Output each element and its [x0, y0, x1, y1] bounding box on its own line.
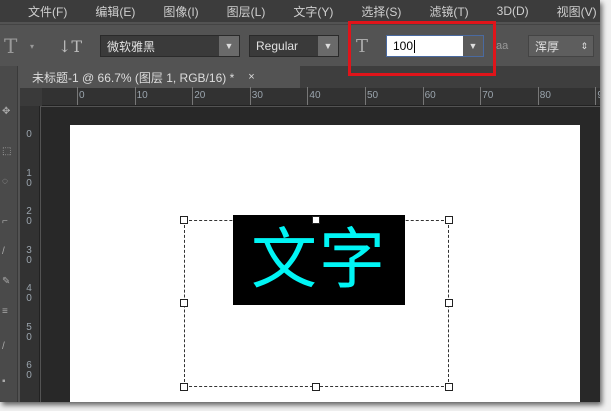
- ruler-label: 60: [424, 90, 436, 101]
- ruler-label: 30: [251, 90, 263, 101]
- ruler-tick: [595, 87, 597, 105]
- ruler-label: 80: [539, 90, 551, 101]
- ruler-tick: [77, 87, 78, 105]
- move-tool-icon[interactable]: ✥: [2, 106, 14, 120]
- transform-handle[interactable]: [180, 383, 188, 391]
- tools-panel: ✥ ⬚ ◌ ⌐ / ✎ ≡ / ▪: [0, 66, 18, 402]
- ruler-origin[interactable]: [20, 88, 42, 106]
- ruler-label: 20: [194, 90, 206, 101]
- antialias-icon: aa: [496, 40, 509, 52]
- font-style-select[interactable]: Regular ▼: [249, 35, 339, 57]
- ruler-tick: [537, 87, 539, 105]
- ruler-label: 50: [367, 90, 379, 101]
- text-layer[interactable]: 文字: [233, 215, 405, 305]
- marquee-tool-icon[interactable]: ⬚: [2, 146, 14, 160]
- font-family-select[interactable]: 微软雅黑 ▼: [100, 35, 240, 57]
- transform-handle[interactable]: [445, 383, 453, 391]
- menu-edit[interactable]: 编辑(E): [67, 3, 135, 20]
- stamp-tool-icon[interactable]: ≡: [2, 306, 14, 320]
- chevron-down-icon[interactable]: ▼: [318, 36, 338, 56]
- font-style-value: Regular: [256, 39, 299, 53]
- document-tab[interactable]: 未标题-1 @ 66.7% (图层 1, RGB/16) * ×: [20, 66, 300, 88]
- ruler-label: 40: [26, 283, 32, 304]
- ruler-tick: [307, 87, 309, 105]
- ruler-tick: [134, 87, 136, 105]
- menu-select[interactable]: 选择(S): [333, 3, 401, 20]
- ruler-tick: [365, 87, 366, 105]
- ruler-label: 60: [26, 360, 32, 381]
- font-family-value: 微软雅黑: [107, 39, 156, 54]
- ruler-tick: [422, 87, 424, 105]
- document-tabs: 未标题-1 @ 66.7% (图层 1, RGB/16) * ×: [20, 66, 600, 88]
- toggle-orientation-icon[interactable]: ↓T: [58, 35, 82, 57]
- menu-layer[interactable]: 图层(L): [199, 3, 266, 20]
- menu-file[interactable]: 文件(F): [0, 3, 67, 20]
- ruler-label: 10: [136, 90, 148, 101]
- lasso-tool-icon[interactable]: ◌: [2, 176, 14, 190]
- antialias-value: 浑厚: [535, 39, 560, 54]
- ruler-label: 0: [79, 90, 85, 101]
- horizontal-ruler[interactable]: 0102030405060708090100: [42, 87, 600, 106]
- menu-image[interactable]: 图像(I): [135, 3, 198, 20]
- tool-preset-chevron-icon[interactable]: ▾: [30, 35, 34, 57]
- updown-icon: ⇕: [580, 40, 588, 51]
- ruler-label: 90: [597, 90, 600, 101]
- type-tool-icon[interactable]: T: [4, 34, 17, 58]
- menu-filter[interactable]: 滤镜(T): [401, 3, 468, 20]
- crop-tool-icon[interactable]: ⌐: [2, 216, 14, 230]
- tab-title: 未标题-1 @ 66.7% (图层 1, RGB/16) *: [32, 70, 235, 85]
- eyedropper-tool-icon[interactable]: /: [2, 246, 14, 260]
- ruler-label: 20: [26, 206, 32, 227]
- ruler-tick: [192, 87, 194, 105]
- ruler-label: 30: [26, 244, 32, 266]
- transform-handle[interactable]: [312, 383, 320, 391]
- ruler-label: 40: [309, 90, 321, 101]
- ruler-label: 70: [482, 90, 494, 101]
- menu-type[interactable]: 文字(Y): [265, 3, 333, 20]
- menu-3d[interactable]: 3D(D): [469, 4, 529, 18]
- transform-handle[interactable]: [180, 216, 188, 224]
- ruler-label: 10: [26, 167, 32, 189]
- ruler-tick: [249, 87, 251, 105]
- antialias-select[interactable]: 浑厚 ⇕: [528, 35, 594, 57]
- transform-handle[interactable]: [180, 299, 188, 307]
- menu-bar: 文件(F) 编辑(E) 图像(I) 图层(L) 文字(Y) 选择(S) 滤镜(T…: [0, 0, 600, 22]
- highlight-box: [348, 21, 496, 76]
- eraser-tool-icon[interactable]: /: [2, 341, 14, 355]
- transform-handle[interactable]: [445, 216, 453, 224]
- ruler-label: 0: [26, 129, 32, 140]
- transform-handle[interactable]: [445, 299, 453, 307]
- bucket-tool-icon[interactable]: ▪: [2, 376, 14, 390]
- close-icon[interactable]: ×: [248, 71, 254, 83]
- ruler-label: 50: [26, 321, 32, 343]
- chevron-down-icon[interactable]: ▼: [219, 36, 239, 56]
- transform-handle[interactable]: [312, 216, 320, 224]
- options-bar: T ▾ ↓T 微软雅黑 ▼ Regular ▼ T 100 ▼ aa 浑厚 ⇕: [0, 24, 600, 64]
- brush-tool-icon[interactable]: ✎: [2, 276, 14, 290]
- menu-view[interactable]: 视图(V): [529, 3, 597, 20]
- vertical-ruler[interactable]: 0 10 20 30 40 50 60: [20, 106, 40, 402]
- ruler-tick: [480, 87, 482, 105]
